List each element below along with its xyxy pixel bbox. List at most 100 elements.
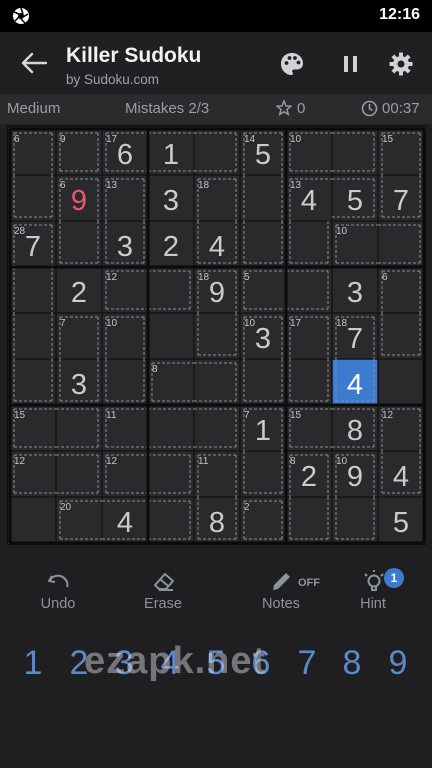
cage-sum: 18 — [198, 272, 210, 283]
cage-sum: 10 — [336, 456, 348, 467]
sudoku-cell[interactable] — [378, 313, 424, 359]
pencil-icon — [273, 573, 290, 590]
erase-label: Erase — [144, 596, 182, 612]
number-pad-8[interactable]: 8 — [329, 640, 375, 686]
sudoku-cell[interactable] — [10, 267, 56, 313]
sudoku-cell[interactable] — [286, 359, 332, 405]
cell-digit: 5 — [347, 185, 363, 217]
game-info-bar: Medium Mistakes 2/3 0 00:37 — [0, 94, 432, 124]
cage-sum: 9 — [60, 134, 66, 145]
sudoku-cell[interactable] — [56, 451, 102, 497]
cell-digit: 3 — [117, 231, 133, 263]
cage-sum: 12 — [14, 456, 26, 467]
sudoku-cell[interactable] — [240, 451, 286, 497]
undo-label: Undo — [40, 596, 76, 612]
sudoku-cell[interactable] — [378, 221, 424, 267]
cell-digit: 1 — [255, 415, 271, 447]
sudoku-cell[interactable] — [148, 313, 194, 359]
sudoku-cell[interactable] — [148, 451, 194, 497]
sudoku-cell[interactable] — [10, 313, 56, 359]
cell-digit: 2 — [71, 277, 87, 309]
cage-sum: 11 — [106, 410, 117, 421]
sudoku-cell[interactable] — [332, 497, 378, 543]
cage-sum: 10 — [336, 226, 348, 237]
cell-digit: 4 — [209, 231, 225, 263]
cell-digit: 7 — [347, 323, 363, 355]
cage-sum: 8 — [290, 456, 296, 467]
sudoku-cell[interactable] — [332, 129, 378, 175]
sudoku-grid: 6 9 17 14 10 156 13 18 1328 1012 18 5 67 10 10 17 18815 1… — [8, 127, 426, 545]
settings-gear-icon[interactable] — [388, 51, 414, 77]
cell-digit: 8 — [209, 507, 225, 539]
sudoku-cell[interactable] — [378, 359, 424, 405]
cage-sum: 14 — [244, 134, 256, 145]
sudoku-cell[interactable] — [148, 405, 194, 451]
sudoku-cell[interactable] — [240, 175, 286, 221]
cell-digit-error: 9 — [71, 185, 87, 217]
cage-sum: 20 — [60, 502, 72, 513]
timer-value: 00:37 — [382, 100, 420, 117]
status-time: 12:16 — [379, 6, 420, 23]
undo-button[interactable]: Undo — [13, 562, 103, 622]
back-arrow-icon[interactable] — [20, 50, 48, 76]
cage-sum: 13 — [106, 180, 118, 191]
sudoku-cell[interactable] — [102, 359, 148, 405]
sudoku-cell[interactable] — [10, 359, 56, 405]
pause-icon[interactable] — [338, 51, 364, 77]
hint-button[interactable]: 1 Hint — [328, 562, 418, 622]
cell-digit: 2 — [301, 461, 317, 493]
cell-digit: 3 — [71, 369, 87, 401]
notes-button[interactable]: OFF Notes — [236, 562, 326, 622]
cell-digit: 3 — [163, 185, 179, 217]
cage-sum: 18 — [198, 180, 210, 191]
mistakes-counter: Mistakes 2/3 — [125, 100, 210, 117]
sudoku-cell[interactable] — [286, 221, 332, 267]
cage-sum: 18 — [336, 318, 348, 329]
sudoku-cell[interactable] — [194, 313, 240, 359]
sudoku-cell[interactable] — [148, 497, 194, 543]
cage-sum: 6 — [14, 134, 20, 145]
clock-icon — [361, 100, 378, 117]
sudoku-cell[interactable] — [194, 129, 240, 175]
hint-label: Hint — [360, 596, 386, 612]
sudoku-cell[interactable] — [286, 267, 332, 313]
cage-sum: 12 — [106, 272, 118, 283]
cage-sum: 10 — [106, 318, 118, 329]
cell-digit: 7 — [25, 231, 41, 263]
cell-digit: 4 — [347, 369, 363, 401]
cage-sum: 5 — [244, 272, 250, 283]
aperture-icon — [13, 7, 29, 24]
cage-sum: 17 — [290, 318, 302, 329]
sudoku-cell[interactable] — [56, 221, 102, 267]
sudoku-cell[interactable] — [10, 175, 56, 221]
app-bar: Killer Sudoku by Sudoku.com — [0, 32, 432, 92]
notes-label: Notes — [262, 596, 300, 612]
cage-sum: 12 — [106, 456, 118, 467]
sudoku-cell[interactable] — [194, 405, 240, 451]
number-pad-9[interactable]: 9 — [375, 640, 421, 686]
cage-sum: 6 — [382, 272, 388, 283]
sudoku-cell[interactable] — [10, 497, 56, 543]
erase-button[interactable]: Erase — [118, 562, 208, 622]
sudoku-cell[interactable] — [240, 359, 286, 405]
cage-sum: 8 — [152, 364, 158, 375]
cell-digit: 7 — [393, 185, 409, 217]
sudoku-cell[interactable] — [194, 359, 240, 405]
palette-icon[interactable] — [279, 51, 305, 77]
number-pad-7[interactable]: 7 — [284, 640, 330, 686]
sudoku-cell[interactable] — [286, 497, 332, 543]
sudoku-cell[interactable] — [56, 405, 102, 451]
watermark-text: ezapk.net — [84, 640, 267, 682]
sudoku-cell[interactable] — [148, 267, 194, 313]
difficulty-label: Medium — [7, 100, 61, 117]
star-icon — [276, 100, 292, 116]
game-controls: Undo Erase OFF Notes 1 Hint — [0, 562, 432, 622]
lightbulb-icon — [364, 570, 384, 591]
cell-digit: 1 — [163, 139, 179, 171]
cage-sum: 17 — [106, 134, 118, 145]
cage-sum: 6 — [60, 180, 66, 191]
number-pad-1[interactable]: 1 — [10, 640, 56, 686]
cell-digit: 4 — [117, 507, 133, 539]
sudoku-cell[interactable] — [240, 221, 286, 267]
sudoku-board: 6 9 17 14 10 15 6 13 18 13 28 10 12 18 5 6 7 10 10 17 18 8 15 1… — [7, 126, 426, 545]
